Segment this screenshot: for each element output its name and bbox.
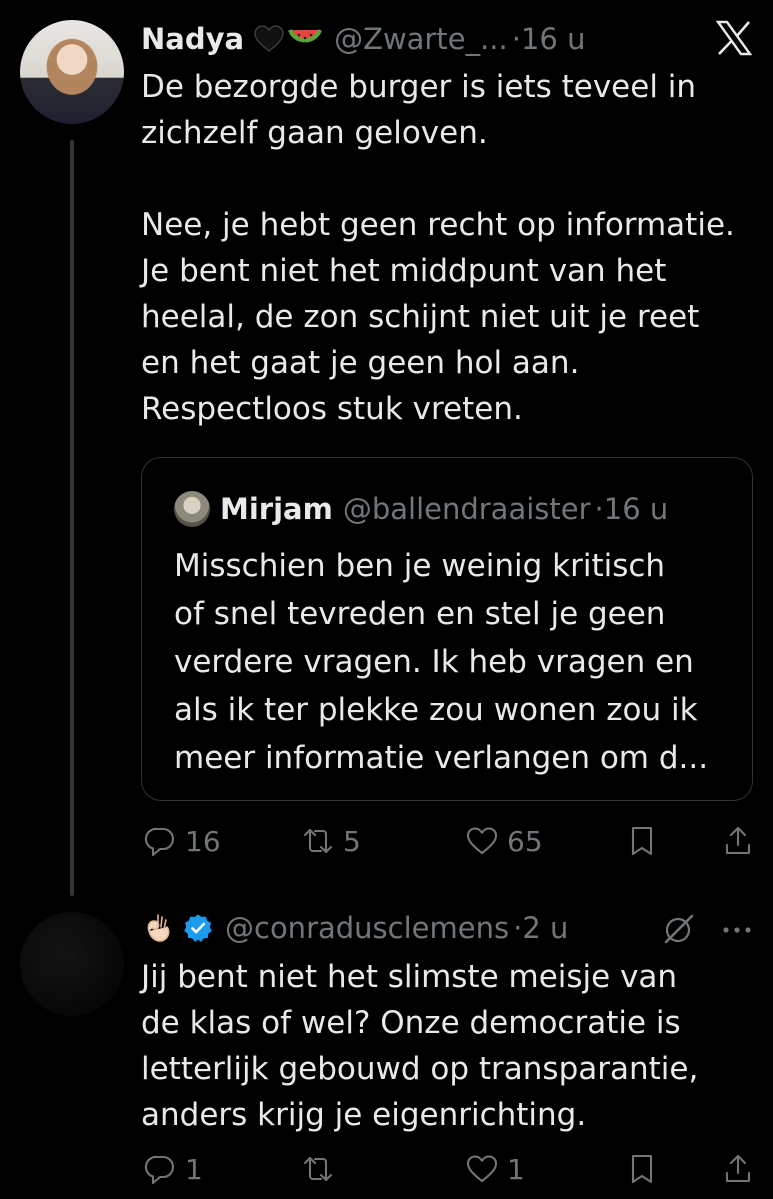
share-icon xyxy=(725,826,751,855)
reply-icon xyxy=(144,827,175,857)
tweet-text: De bezorgde burger is iets teveel in zic… xyxy=(141,69,735,427)
reply-author-handle[interactable]: @conradusclemens xyxy=(225,911,509,945)
reply-button[interactable]: 16 xyxy=(143,824,221,858)
heart-icon xyxy=(466,1155,498,1183)
author-handle[interactable]: @Zwarte_... xyxy=(334,22,508,56)
quote-timestamp: 16 u xyxy=(603,492,669,526)
quote-author-name: Mirjam xyxy=(220,492,333,526)
author-name[interactable]: Nadya xyxy=(141,22,244,56)
like-button[interactable]: 65 xyxy=(465,824,543,858)
retweet-icon xyxy=(303,828,333,854)
reply-icon xyxy=(144,1155,175,1185)
reply-text: Jij bent niet het slimste meisje van de … xyxy=(141,959,699,1133)
reply-reply-count: 1 xyxy=(185,1152,203,1186)
quoted-tweet-card[interactable]: Mirjam @ballendraaister · 16 u Misschien… xyxy=(141,457,753,801)
retweet-icon xyxy=(303,1156,333,1182)
reply-timestamp[interactable]: 2 u xyxy=(522,911,568,945)
retweet-count: 5 xyxy=(343,824,361,858)
share-icon xyxy=(725,1154,751,1183)
separator-dot: · xyxy=(511,22,521,56)
reply-like-count: 1 xyxy=(507,1152,525,1186)
reply-separator-dot: · xyxy=(513,911,523,945)
quote-header: Mirjam @ballendraaister · 16 u xyxy=(174,488,668,530)
watermelon-icon xyxy=(288,29,322,43)
x-logo-icon[interactable] xyxy=(714,18,754,58)
like-count: 65 xyxy=(507,824,543,858)
avatar-conradusclemens[interactable] xyxy=(20,912,124,1016)
reply-reply-button[interactable]: 1 xyxy=(143,1152,203,1186)
reply-count: 16 xyxy=(185,824,221,858)
quote-author-handle: @ballendraaister xyxy=(342,492,591,526)
bookmark-icon xyxy=(631,1154,653,1184)
avatar-nadya[interactable] xyxy=(20,20,124,124)
avatar-mirjam xyxy=(174,491,210,527)
ok-hand-icon xyxy=(147,914,170,942)
reply-action-bar: 1 1 xyxy=(141,1152,761,1192)
reply-header: @conradusclemens · 2 u xyxy=(141,907,568,949)
quote-text: Misschien ben je weinig kritisch of snel… xyxy=(174,548,709,776)
thread-connector-line xyxy=(70,140,74,896)
reply-share-button[interactable] xyxy=(721,1152,755,1186)
retweet-button[interactable]: 5 xyxy=(301,824,361,858)
more-options-icon[interactable] xyxy=(722,924,752,936)
tweet-action-bar: 16 5 65 xyxy=(141,824,761,864)
black-heart-icon xyxy=(254,25,284,52)
bookmark-icon xyxy=(631,826,653,856)
share-button[interactable] xyxy=(721,824,755,858)
heart-icon xyxy=(466,827,498,855)
grok-icon[interactable] xyxy=(662,912,696,946)
tweet-header: Nadya @Zwarte_... · 16 u xyxy=(141,18,585,60)
timestamp[interactable]: 16 u xyxy=(521,22,586,56)
bookmark-button[interactable] xyxy=(625,824,659,858)
reply-retweet-button[interactable] xyxy=(301,1152,343,1186)
reply-like-button[interactable]: 1 xyxy=(465,1152,525,1186)
quote-separator-dot: · xyxy=(594,492,604,526)
reply-bookmark-button[interactable] xyxy=(625,1152,659,1186)
verified-badge-icon[interactable] xyxy=(183,913,213,943)
